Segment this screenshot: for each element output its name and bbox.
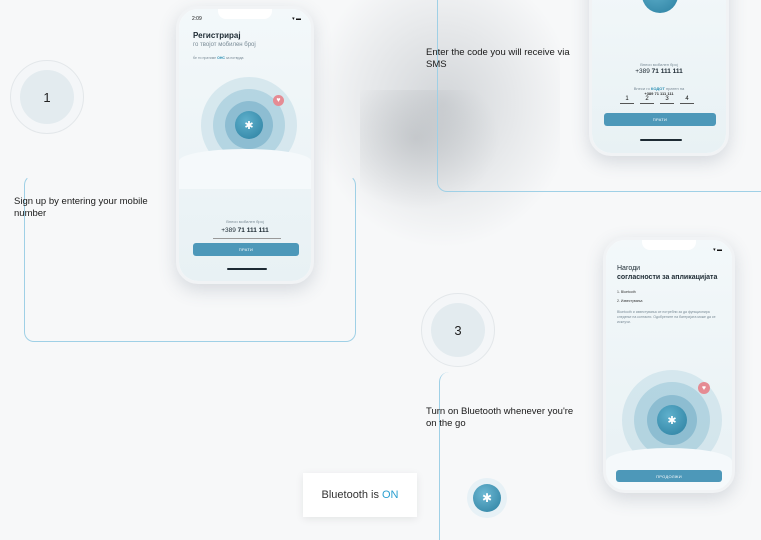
register-note-highlight: ОНС [217,56,225,60]
status-signal-icon: ▾ ▬ [292,16,301,22]
heart-icon: ♥ [273,95,284,106]
bluetooth-icon: ✱ [473,484,501,512]
phone-register: 2:09 ▾ ▬ Регистрирај го твојот мобилен б… [176,6,314,284]
permissions-screen: ▾ ▬ Нагоди согласности за апликацијата 1… [606,240,732,490]
heart-icon: ♥ [698,382,710,394]
step-1-badge: 1 [10,60,84,134]
send-button[interactable]: ПРАТИ [193,243,299,256]
bluetooth-waves: ✱ ♥ [193,77,303,173]
code-input-row[interactable]: 1 2 3 4 [620,96,694,104]
screen-curve [179,149,311,189]
verify-field-label: Внеси мобилен број [640,62,678,67]
verify-screen: ✱ Внеси мобилен број +389 71 111 111 Вне… [592,0,726,153]
code-digit[interactable]: 2 [640,96,654,104]
bluetooth-icon: ✱ [235,111,263,139]
phone-permissions: ▾ ▬ Нагоди согласности за апликацијата 1… [603,237,735,493]
bluetooth-badge: ✱ [467,478,507,518]
continue-button[interactable]: ПРОДОЛЖИ [616,470,722,482]
permission-item-bluetooth: 1. Bluetooth [617,290,636,294]
register-screen: 2:09 ▾ ▬ Регистрирај го твојот мобилен б… [179,9,311,281]
status-time: 2:09 [192,16,202,22]
status-bar: ▾ ▬ [619,247,722,253]
bluetooth-waves: ✱ ♥ [616,368,728,470]
phone-verify-code: ✱ Внеси мобилен број +389 71 111 111 Вне… [589,0,729,156]
step-3-caption: Turn on Bluetooth whenever you're on the… [426,406,574,429]
code-digit[interactable]: 1 [620,96,634,104]
phone-field-underline [213,238,281,239]
bluetooth-icon: ✱ [657,405,687,435]
verify-phone-number: +389 71 111 111 [635,68,683,75]
send-code-button[interactable]: ПРАТИ [604,113,716,126]
phone-field-label: Внеси мобилен број [226,219,264,224]
bluetooth-status-card: Bluetooth is ON [303,473,417,517]
step-2-caption: Enter the code you will receive via SMS [426,47,570,70]
bluetooth-status-label: Bluetooth is [321,489,379,501]
step-3-number: 3 [431,303,485,357]
register-subtitle: го твојот мобилен број [193,42,256,48]
step-3-badge: 3 [421,293,495,367]
step-1-caption: Sign up by entering your mobile number [14,196,148,219]
register-title: Регистрирај [193,31,241,40]
home-indicator [227,268,267,270]
bluetooth-status-value: ON [381,489,399,501]
status-signal-icon: ▾ ▬ [713,247,722,253]
code-digit[interactable]: 3 [660,96,674,104]
status-bar: 2:09 ▾ ▬ [192,16,301,22]
permissions-description: Bluetooth и известувања се потребни за д… [617,310,716,324]
phone-number-input[interactable]: +389 71 111 111 [179,227,311,234]
home-indicator [640,139,682,141]
permission-item-notifications: 2. Известувања [617,299,643,303]
code-digit[interactable]: 4 [680,96,694,104]
bluetooth-icon: ✱ [642,0,678,13]
permissions-title-line2: согласности за апликацијата [617,274,718,281]
permissions-title-line1: Нагоди [617,265,641,272]
register-note: Ќе ти пратиме ОНС за потврда [193,56,244,60]
step-1-number: 1 [20,70,74,124]
